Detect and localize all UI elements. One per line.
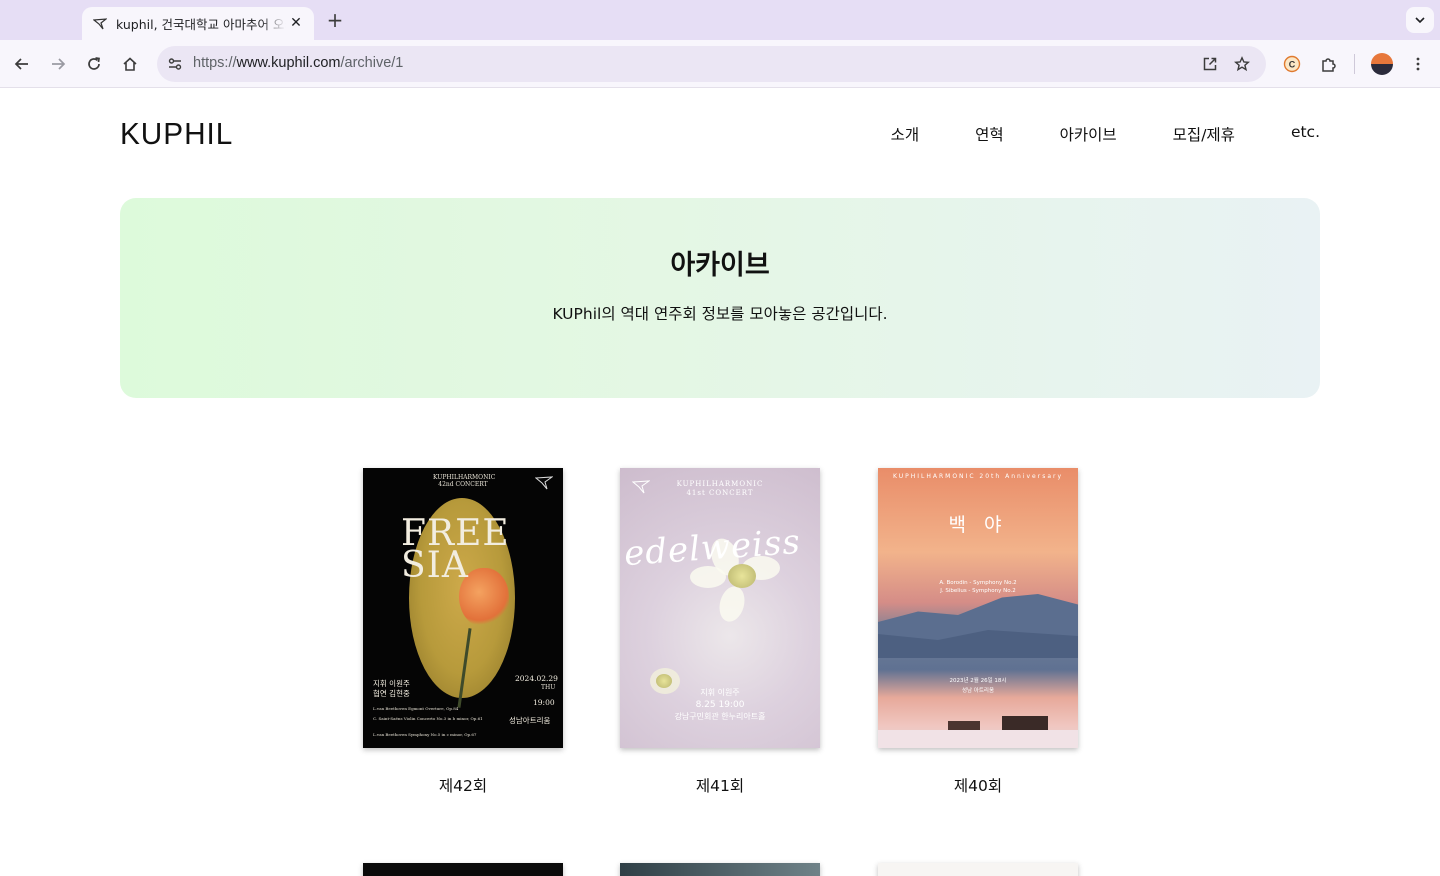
archive-card-next-3[interactable] [878,863,1078,876]
poster-program-2: C. Saint-Saëns Violin Concerto No.3 in b… [373,716,483,721]
star-icon [1234,56,1250,72]
back-button[interactable] [10,52,34,76]
page-content: KUPHIL 소개 연혁 아카이브 모집/제휴 etc. 아카이브 KUPhil… [0,88,1440,876]
page-subtitle: KUPhil의 역대 연주회 정보를 모아놓은 공간입니다. [552,305,888,323]
site-logo[interactable]: KUPHIL [120,116,233,152]
toolbar-divider [1354,54,1355,74]
puzzle-icon [1322,58,1336,72]
address-bar[interactable]: https://www.kuphil.com/archive/1 [157,46,1266,82]
forward-button[interactable] [46,52,70,76]
poster-header: KUPHILHARMONIC 41st CONCERT [676,480,764,497]
poster-soloist: 협연 김현중 [373,689,410,698]
snow-ground [878,730,1078,748]
browser-tab-active[interactable]: kuphil, 건국대학교 아마추어 오케스트라 ✕ [82,7,314,40]
poster-venue: 강남구민회관 한누리아트홀 [674,712,766,721]
extension-c-icon: C [1283,55,1301,73]
archive-card-next-2[interactable] [620,863,820,876]
concert-poster-42[interactable]: FREE SIA KUPHILHARMONIC 42nd CONCERT 2024… [363,468,563,748]
flower-center [728,564,756,588]
reload-icon [88,57,100,70]
extension-button[interactable]: C [1280,52,1304,76]
profile-avatar[interactable] [1371,53,1393,75]
browser-menu-button[interactable] [1406,52,1430,76]
home-icon [123,57,137,71]
poster-date-time: 8.25 19:00 [695,700,745,710]
arrow-left-icon [14,58,28,70]
kuphil-favicon-icon [92,16,108,32]
browser-toolbar: https://www.kuphil.com/archive/1 C [0,40,1440,88]
hero-banner: 아카이브 KUPhil의 역대 연주회 정보를 모아놓은 공간입니다. [120,198,1320,398]
poster-program-1: A. Borodin - Symphony No.2 [939,580,1017,586]
poster-program-1: L.van Beethoven Egmont Overture, Op.84 [373,706,459,711]
poster-title-line2: SIA [401,545,469,586]
url-scheme: https:// [193,55,237,71]
url-text[interactable]: https://www.kuphil.com/archive/1 [193,55,403,71]
poster-conductor: 지휘 이원주 [700,688,740,697]
tab-search-button[interactable] [1406,7,1434,33]
poster-weekday: THU [541,684,556,691]
poster-program-2: J. Sibelius - Symphony No.2 [940,588,1016,594]
poster-date: 2023년 2월 26일 18시 [949,678,1007,684]
poster-title: FREE SIA [401,516,510,584]
extensions-menu-button[interactable] [1317,52,1341,76]
nav-item-archive[interactable]: 아카이브 [1060,123,1117,145]
tab-close-icon[interactable]: ✕ [288,15,304,31]
reload-button[interactable] [82,52,106,76]
petal [690,566,726,588]
svg-text:C: C [1289,60,1296,70]
orchestra-emblem-icon [535,476,553,490]
new-tab-button[interactable]: + [324,9,346,31]
tab-title: kuphil, 건국대학교 아마추어 오케스트라 [116,17,286,32]
poster-date: 2024.02.29 [515,674,558,683]
archive-card-41[interactable]: KUPHILHARMONIC 41st CONCERT edelweiss 지휘… [620,468,820,796]
poster-header: KUPHILHARMONIC 20th Anniversary [892,473,1064,480]
card-label[interactable]: 제41회 [620,774,820,796]
nav-item-history[interactable]: 연혁 [975,123,1004,145]
main-nav: 소개 연혁 아카이브 모집/제휴 etc. [835,123,1320,145]
url-path: /archive/1 [340,55,404,71]
poster-title: 백 야 [948,514,1008,536]
url-host: www.kuphil.com [236,55,341,71]
chevron-down-icon [1415,17,1425,24]
poster-header: KUPHILHARMONIC 42nd CONCERT [433,474,496,488]
concert-poster-40[interactable]: KUPHILHARMONIC 20th Anniversary 백 야 A. B… [878,468,1078,748]
nav-item-about[interactable]: 소개 [891,123,920,145]
archive-card-next-1[interactable] [363,863,563,876]
nav-item-etc[interactable]: etc. [1291,123,1320,145]
flower-center [656,674,672,688]
archive-card-40[interactable]: KUPHILHARMONIC 20th Anniversary 백 야 A. B… [878,468,1078,796]
poster-program-3: L.van Beethoven Symphony No.5 in c minor… [373,732,477,737]
browser-tabstrip: kuphil, 건국대학교 아마추어 오케스트라 ✕ + [0,0,1440,40]
arrow-right-icon [52,58,66,70]
bookmark-button[interactable] [1230,52,1254,76]
poster-venue: 성남아트리움 [509,716,551,725]
site-info-icon[interactable] [163,52,187,76]
open-in-app-button[interactable] [1198,52,1222,76]
concert-poster-41[interactable]: KUPHILHARMONIC 41st CONCERT edelweiss 지휘… [620,468,820,748]
home-button[interactable] [118,52,142,76]
page-title: 아카이브 [670,250,770,281]
orchestra-emblem-icon [632,480,650,494]
card-label[interactable]: 제40회 [878,774,1078,796]
kebab-menu-icon [1416,57,1420,71]
poster-time: 19:00 [533,698,555,707]
petal [715,583,749,625]
poster-venue: 성남 아트리움 [961,688,995,694]
archive-card-42[interactable]: FREE SIA KUPHILHARMONIC 42nd CONCERT 2024… [363,468,563,796]
open-external-icon [1203,57,1217,71]
nav-item-recruit[interactable]: 모집/제휴 [1173,123,1235,145]
card-label[interactable]: 제42회 [363,774,563,796]
